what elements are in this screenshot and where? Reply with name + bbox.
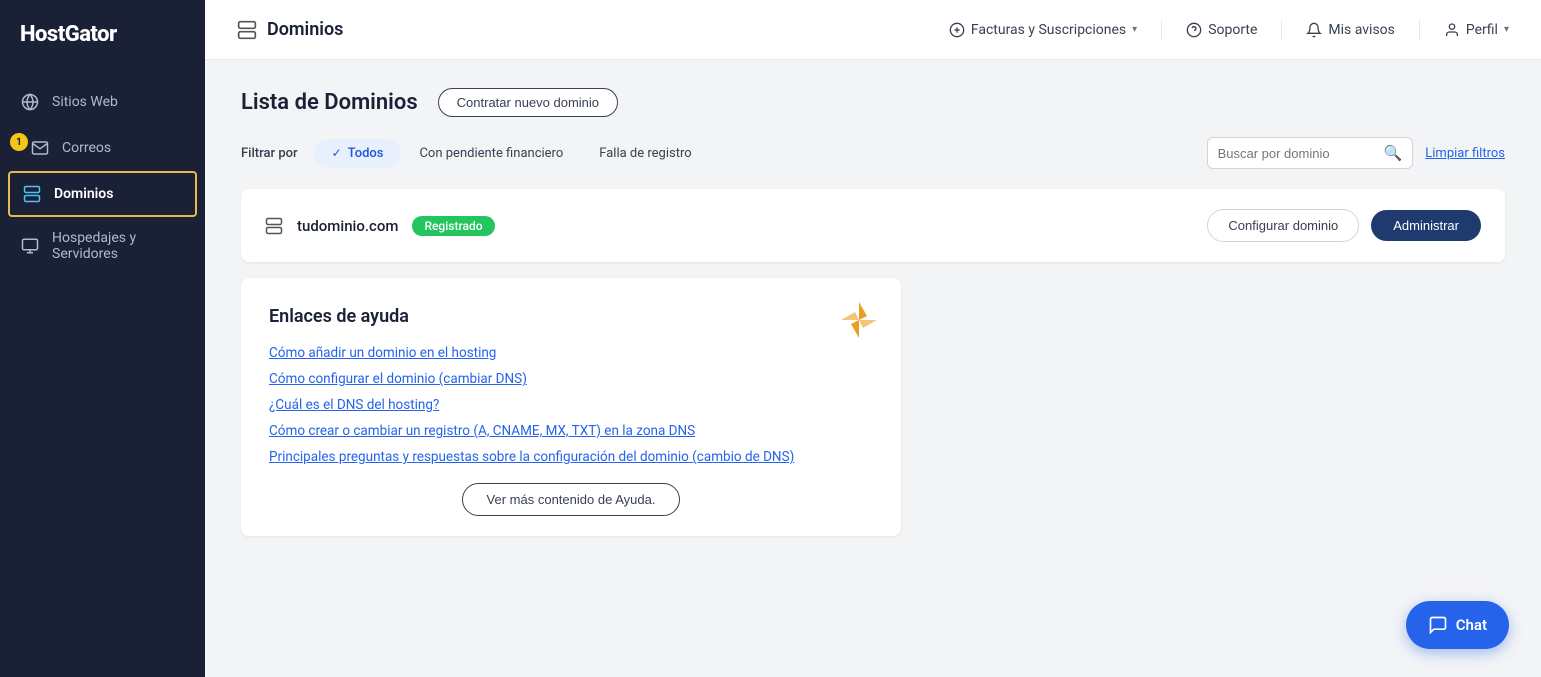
sidebar-logo: HostGator: [0, 0, 205, 69]
clear-filters-link[interactable]: Limpiar filtros: [1425, 146, 1505, 161]
correos-badge: 1: [10, 133, 28, 151]
globe-icon: [20, 92, 40, 112]
nav-divider2: [1281, 20, 1282, 40]
chat-icon: [1428, 615, 1448, 635]
sidebar-item-dominios[interactable]: Dominios: [8, 171, 197, 217]
check-icon: ✓: [332, 146, 342, 160]
sidebar-item-correos[interactable]: 1 Correos: [0, 125, 205, 171]
nav-divider: [1161, 20, 1162, 40]
header-nav-facturas[interactable]: Facturas y Suscripciones ▾: [949, 18, 1137, 42]
sidebar-item-label: Hospedajes y Servidores: [52, 230, 185, 262]
sidebar-item-label: Correos: [62, 140, 111, 156]
domain-list-header: Lista de Dominios Contratar nuevo domini…: [241, 88, 1505, 117]
search-input[interactable]: [1218, 146, 1378, 161]
avisos-label: Mis avisos: [1328, 22, 1394, 38]
help-card-title: Enlaces de ayuda: [269, 306, 873, 327]
bell-icon: [1306, 22, 1322, 38]
chevron-down-icon: ▾: [1132, 24, 1137, 35]
domain-status-badge: Registrado: [412, 216, 494, 236]
header: Dominios Facturas y Suscripciones ▾: [205, 0, 1541, 60]
soporte-label: Soporte: [1208, 22, 1257, 38]
server-icon: [22, 184, 42, 204]
pinwheel-icon: [837, 298, 881, 342]
manage-domain-button[interactable]: Administrar: [1371, 210, 1481, 241]
header-nav: Facturas y Suscripciones ▾ Soporte: [949, 18, 1509, 42]
new-domain-button[interactable]: Contratar nuevo dominio: [438, 88, 618, 117]
facturas-label: Facturas y Suscripciones: [971, 22, 1126, 38]
main-content: Dominios Facturas y Suscripciones ▾: [205, 0, 1541, 677]
filter-tabs: ✓ Todos Con pendiente financiero Falla d…: [314, 139, 1207, 168]
page-content: Lista de Dominios Contratar nuevo domini…: [205, 60, 1541, 677]
help-link-3[interactable]: Cómo crear o cambiar un registro (A, CNA…: [269, 423, 873, 439]
domain-name: tudominio.com: [297, 217, 398, 235]
question-icon: [1186, 22, 1202, 38]
page-title: Dominios: [267, 19, 343, 40]
domains-header-icon: [237, 19, 257, 40]
help-link-2[interactable]: ¿Cuál es el DNS del hosting?: [269, 397, 873, 413]
header-nav-soporte[interactable]: Soporte: [1186, 18, 1257, 42]
help-link-4[interactable]: Principales preguntas y respuestas sobre…: [269, 449, 873, 465]
chat-button[interactable]: Chat: [1406, 601, 1509, 649]
filter-tab-label: Falla de registro: [599, 146, 691, 161]
domain-card: tudominio.com Registrado Configurar domi…: [241, 189, 1505, 262]
search-icon: 🔍: [1384, 144, 1403, 162]
help-card: Enlaces de ayuda Cómo añadir un dominio …: [241, 278, 901, 536]
server2-icon: [20, 236, 40, 256]
configure-domain-button[interactable]: Configurar dominio: [1207, 209, 1359, 242]
filter-tab-label: Con pendiente financiero: [419, 146, 563, 161]
perfil-label: Perfil: [1466, 22, 1498, 38]
filter-tab-falla[interactable]: Falla de registro: [581, 139, 709, 168]
search-area: 🔍 Limpiar filtros: [1207, 137, 1505, 169]
ver-mas-button[interactable]: Ver más contenido de Ayuda.: [462, 483, 681, 516]
header-title-area: Dominios: [237, 19, 949, 40]
mail-icon: [30, 138, 50, 158]
sidebar: HostGator Sitios Web 1 Correos: [0, 0, 205, 677]
filter-label: Filtrar por: [241, 146, 298, 161]
filters-bar: Filtrar por ✓ Todos Con pendiente financ…: [241, 137, 1505, 169]
dollar-icon: [949, 22, 965, 38]
domain-list-title: Lista de Dominios: [241, 90, 418, 115]
search-input-wrap: 🔍: [1207, 137, 1414, 169]
sidebar-nav: Sitios Web 1 Correos: [0, 69, 205, 285]
chevron-down-icon-perfil: ▾: [1504, 24, 1509, 35]
domain-actions: Configurar dominio Administrar: [1207, 209, 1481, 242]
sidebar-item-label: Dominios: [54, 186, 113, 202]
help-link-0[interactable]: Cómo añadir un dominio en el hosting: [269, 345, 873, 361]
domain-row: tudominio.com Registrado Configurar domi…: [241, 189, 1505, 262]
filter-tab-label: Todos: [348, 146, 384, 161]
sidebar-item-sitios-web[interactable]: Sitios Web: [0, 79, 205, 125]
user-icon: [1444, 22, 1460, 38]
chat-label: Chat: [1456, 616, 1487, 634]
filter-tab-todos[interactable]: ✓ Todos: [314, 139, 402, 168]
header-nav-avisos[interactable]: Mis avisos: [1306, 18, 1394, 42]
nav-divider3: [1419, 20, 1420, 40]
header-nav-perfil[interactable]: Perfil ▾: [1444, 18, 1509, 42]
sidebar-item-label: Sitios Web: [52, 94, 118, 110]
help-link-1[interactable]: Cómo configurar el dominio (cambiar DNS): [269, 371, 873, 387]
domain-server-icon: [265, 216, 283, 236]
filter-tab-pendiente[interactable]: Con pendiente financiero: [401, 139, 581, 168]
sidebar-item-hospedajes[interactable]: Hospedajes y Servidores: [0, 217, 205, 275]
